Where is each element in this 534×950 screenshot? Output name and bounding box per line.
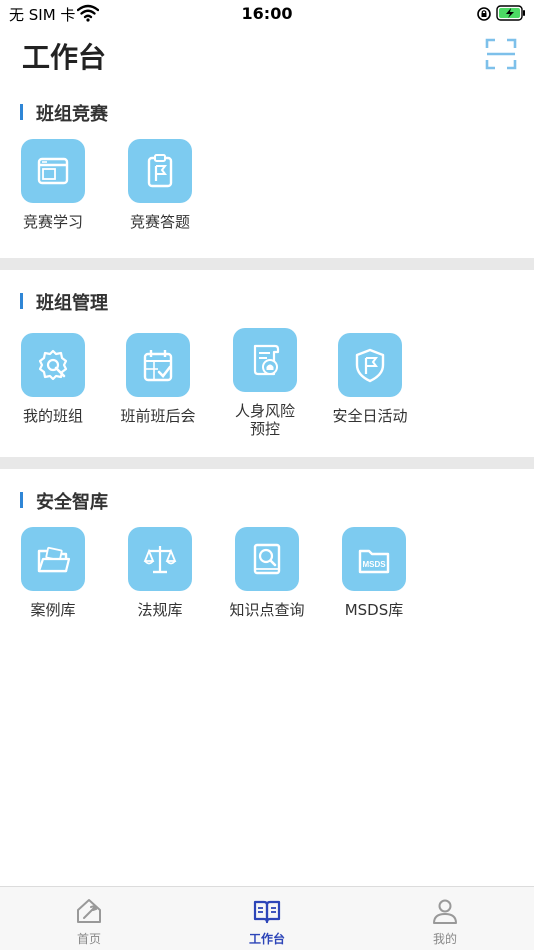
book-search-icon xyxy=(253,543,281,575)
tile-regulation-library[interactable]: 法规库 xyxy=(110,527,210,619)
tile-case-library[interactable]: 案例库 xyxy=(3,527,103,619)
section-title: 班组管理 xyxy=(36,293,108,314)
tile-label: 案例库 xyxy=(30,601,76,619)
tab-label: 工作台 xyxy=(248,932,285,946)
folder-icon xyxy=(37,546,71,573)
tab-label: 首页 xyxy=(76,932,101,946)
rotation-lock-icon xyxy=(477,7,491,21)
section-accent-bar xyxy=(20,293,23,309)
tile-label: 人身风险 预控 xyxy=(234,402,295,438)
tab-mine[interactable]: 我的 xyxy=(385,887,505,950)
tab-home[interactable]: 首页 xyxy=(29,887,149,950)
tab-label: 我的 xyxy=(432,932,457,946)
tile-msds-library[interactable]: MSDS MSDS库 xyxy=(324,527,424,619)
book-icon xyxy=(253,900,281,924)
person-icon xyxy=(433,899,457,924)
clock: 16:00 xyxy=(241,4,293,23)
home-icon xyxy=(77,899,101,923)
icon-tile xyxy=(128,139,192,203)
shield-flag-icon xyxy=(355,348,385,383)
icon-tile xyxy=(21,333,85,397)
section-safety-library: 安全智库 案例库 法规库 知识点查询 MSDS MSDS库 xyxy=(0,486,534,646)
alarm-scroll-icon xyxy=(253,344,280,376)
tile-knowledge-search[interactable]: 知识点查询 xyxy=(217,527,317,619)
section-accent-bar xyxy=(20,104,23,120)
icon-tile: MSDS xyxy=(342,527,406,591)
tile-safety-day-activity[interactable]: 安全日活动 xyxy=(320,333,420,425)
section-team-management: 班组管理 我的班组 班前班后会 人身风险 预控 安全日活动 xyxy=(0,287,534,457)
tile-label: 安全日活动 xyxy=(332,407,408,425)
tile-label: 知识点查询 xyxy=(229,601,305,619)
tile-my-team[interactable]: 我的班组 xyxy=(3,333,103,425)
icon-tile xyxy=(235,527,299,591)
icon-tile xyxy=(338,333,402,397)
tile-label: 班前班后会 xyxy=(120,407,196,425)
icon-tile xyxy=(233,328,297,392)
header: 工作台 xyxy=(0,28,534,88)
tile-pre-post-meeting[interactable]: 班前班后会 xyxy=(108,333,208,425)
tile-label: 法规库 xyxy=(137,601,183,619)
icon-tile xyxy=(21,139,85,203)
calendar-check-icon xyxy=(143,350,173,382)
section-divider xyxy=(0,457,534,469)
tile-competition-quiz[interactable]: 竞赛答题 xyxy=(110,139,210,231)
icon-tile xyxy=(21,527,85,591)
tile-label: 我的班组 xyxy=(22,407,83,425)
section-title: 班组竞赛 xyxy=(36,104,108,125)
status-bar: 无 SIM 卡 16:00 xyxy=(0,0,534,28)
clipboard-flag-icon xyxy=(147,154,173,188)
tab-workbench[interactable]: 工作台 xyxy=(207,887,327,950)
tile-label: 竞赛学习 xyxy=(22,213,83,231)
window-icon xyxy=(37,157,69,185)
tab-bar: 首页 工作台 我的 xyxy=(0,886,534,950)
section-title: 安全智库 xyxy=(36,492,108,513)
msds-icon-text: MSDS xyxy=(362,560,386,569)
scales-icon xyxy=(143,546,177,574)
tile-competition-study[interactable]: 竞赛学习 xyxy=(3,139,103,231)
section-divider xyxy=(0,258,534,270)
icon-tile xyxy=(126,333,190,397)
tile-label: 竞赛答题 xyxy=(129,213,190,231)
page-title: 工作台 xyxy=(22,41,107,74)
icon-tile xyxy=(128,527,192,591)
section-team-competition: 班组竞赛 竞赛学习 竞赛答题 xyxy=(0,98,534,258)
gear-wrench-icon xyxy=(38,349,68,381)
tile-label: MSDS库 xyxy=(344,601,404,619)
tile-personal-risk-control[interactable]: 人身风险 预控 xyxy=(215,328,315,438)
scan-icon[interactable] xyxy=(485,38,517,70)
section-accent-bar xyxy=(20,492,23,508)
battery-icon xyxy=(496,5,525,21)
msds-icon: MSDS xyxy=(358,549,390,574)
